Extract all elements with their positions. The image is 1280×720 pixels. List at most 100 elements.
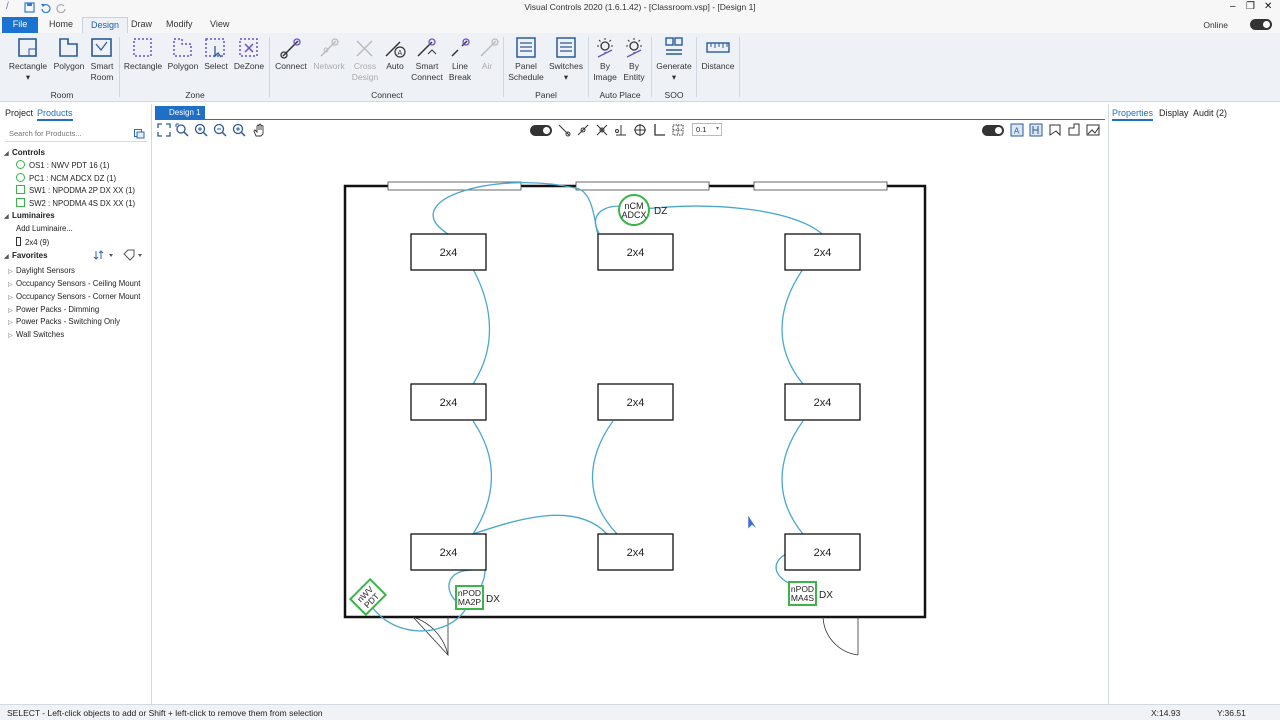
cross-design-button[interactable]: Cross Design	[349, 36, 381, 83]
grid-snap-icon[interactable]	[671, 123, 685, 137]
smart-connect-button[interactable]: Smart Connect	[409, 36, 445, 83]
dezone-button[interactable]: DeZone	[232, 36, 266, 72]
sw2-switch[interactable]: nPOD MA4S DX	[788, 581, 833, 606]
pc1-photocell[interactable]: nCM ADCX DZ	[618, 194, 667, 226]
menu-home[interactable]: Home	[41, 17, 81, 33]
distance-button[interactable]: Distance	[700, 36, 736, 72]
favorite-item[interactable]: ▷ Daylight Sensors	[8, 266, 75, 275]
layout-icon[interactable]	[1029, 123, 1043, 137]
room-rectangle-button[interactable]: Rectangle ▾	[6, 36, 50, 83]
fixture-2x4[interactable]: 2x4	[784, 383, 861, 421]
title-bar: / Visual Controls 2020 (1.6.1.42) - [Cla…	[0, 0, 1280, 16]
zone-select-button[interactable]: Select	[202, 36, 230, 72]
design-canvas[interactable]: 2x4 2x4 2x42x4 2x4 2x42x4 2x4 2x4 nCM ADCX DZ …	[155, 140, 1105, 702]
room-polygon-button[interactable]: Polygon	[52, 36, 86, 72]
by-image-button[interactable]: By Image	[591, 36, 619, 83]
luminaire-item[interactable]: 2x4 (9)	[16, 236, 49, 247]
fixture-2x4[interactable]: 2x4	[410, 533, 487, 571]
minimize-icon[interactable]: –	[1230, 1, 1236, 12]
favorite-item[interactable]: ▷ Wall Switches	[8, 330, 64, 339]
auto-connect-button[interactable]: A Auto	[382, 36, 408, 72]
favorite-item[interactable]: ▷ Power Packs - Switching Only	[8, 317, 120, 326]
product-search-input[interactable]	[5, 129, 129, 138]
search-catalog-icon[interactable]	[134, 129, 145, 139]
fixture-2x4[interactable]: 2x4	[597, 233, 674, 271]
switches-icon	[556, 37, 576, 58]
annotation-icon[interactable]: A	[1010, 123, 1024, 137]
tag-icon[interactable]	[122, 249, 146, 261]
panel-schedule-button[interactable]: Panel Schedule	[506, 36, 546, 83]
zone-polygon-button[interactable]: Polygon	[166, 36, 200, 72]
control-item-sw2[interactable]: SW2 : NPODMA 4S DX XX (1)	[16, 198, 135, 208]
controls-header[interactable]: ◢ Controls	[4, 148, 45, 157]
fixture-label: 2x4	[627, 547, 645, 559]
os1-sensor[interactable]: nWV PDT	[348, 577, 388, 617]
sw2-label-line2: MA4S	[791, 593, 814, 603]
fixture-2x4[interactable]: 2x4	[784, 533, 861, 571]
x-coordinate: X:14.93	[1151, 708, 1181, 718]
zoom-magnify-icon[interactable]	[232, 123, 246, 137]
menu-draw[interactable]: Draw	[123, 17, 160, 33]
pan-hand-icon[interactable]	[252, 123, 266, 137]
control-item-os1[interactable]: OS1 : NWV PDT 16 (1)	[16, 160, 109, 170]
connect-button[interactable]: Connect	[273, 36, 309, 72]
menu-modify[interactable]: Modify	[158, 17, 201, 33]
ortho-icon[interactable]	[652, 123, 666, 137]
fixture-2x4[interactable]: 2x4	[597, 533, 674, 571]
favorites-header[interactable]: ◢ Favorites	[4, 251, 48, 260]
fixture-2x4[interactable]: 2x4	[597, 383, 674, 421]
restore-icon[interactable]: ❐	[1246, 1, 1255, 12]
menu-view[interactable]: View	[202, 17, 237, 33]
ribbon-separator	[696, 37, 697, 97]
zone-rectangle-button[interactable]: Rectangle	[122, 36, 164, 72]
ribbon-separator	[119, 37, 120, 97]
menu-design[interactable]: Design	[82, 17, 129, 33]
tab-audit[interactable]: Audit (2)	[1193, 108, 1227, 118]
menu-file[interactable]: File	[2, 17, 38, 33]
display-toggle[interactable]	[982, 125, 1004, 136]
control-item-pc1[interactable]: PC1 : NCM ADCX DZ (1)	[16, 172, 116, 183]
snap-center-icon[interactable]	[633, 123, 647, 137]
control-item-sw1[interactable]: SW1 : NPODMA 2P DX XX (1)	[16, 185, 135, 195]
tab-display[interactable]: Display	[1159, 108, 1189, 118]
zoom-extents-icon[interactable]	[157, 123, 171, 137]
dropdown-caret: ▾	[671, 72, 677, 82]
sort-icon[interactable]	[93, 249, 117, 261]
fixture-2x4[interactable]: 2x4	[410, 383, 487, 421]
air-button[interactable]: Air	[476, 36, 499, 72]
close-icon[interactable]: ✕	[1264, 1, 1272, 12]
by-image-icon	[597, 38, 613, 58]
luminaires-header[interactable]: ◢ Luminaires	[4, 211, 55, 220]
tab-products[interactable]: Products	[37, 108, 73, 121]
sw1-switch[interactable]: nPOD MA2P DX	[455, 585, 500, 610]
line-break-button[interactable]: Line Break	[446, 36, 474, 83]
fixture-2x4[interactable]: 2x4	[784, 233, 861, 271]
favorite-item[interactable]: ▷ Occupancy Sensors - Corner Mount	[8, 292, 140, 301]
network-button[interactable]: Network	[311, 36, 347, 72]
snap-intersection-icon[interactable]	[595, 123, 609, 137]
by-entity-button[interactable]: By Entity	[620, 36, 648, 83]
wall-icon[interactable]	[1067, 123, 1081, 137]
generate-button[interactable]: Generate ▾	[654, 36, 694, 83]
room-outline-icon[interactable]	[1048, 123, 1062, 137]
tab-project[interactable]: Project	[5, 108, 33, 118]
switches-button[interactable]: Switches ▾	[548, 36, 584, 83]
snap-midpoint-icon[interactable]	[576, 123, 590, 137]
design-tab[interactable]: Design 1	[155, 106, 205, 119]
tab-properties[interactable]: Properties	[1112, 108, 1154, 121]
favorite-item[interactable]: ▷ Occupancy Sensors - Ceiling Mount	[8, 279, 140, 288]
image-icon[interactable]	[1086, 123, 1100, 137]
fixture-2x4[interactable]: 2x4	[410, 233, 487, 271]
online-toggle[interactable]	[1250, 19, 1272, 30]
snap-toggle[interactable]	[530, 125, 552, 136]
ribbon-separator	[503, 37, 504, 97]
snap-perpendicular-icon[interactable]	[614, 123, 628, 137]
grid-size-select[interactable]: 0.1 ▾	[692, 123, 722, 136]
zoom-window-icon[interactable]	[175, 123, 189, 137]
snap-endpoint-icon[interactable]	[557, 123, 571, 137]
smart-room-button[interactable]: Smart Room	[88, 36, 116, 83]
zoom-in-icon[interactable]	[194, 123, 208, 137]
zoom-out-icon[interactable]	[213, 123, 227, 137]
favorite-item[interactable]: ▷ Power Packs - Dimming	[8, 305, 99, 314]
add-luminaire-link[interactable]: Add Luminaire...	[16, 224, 73, 233]
